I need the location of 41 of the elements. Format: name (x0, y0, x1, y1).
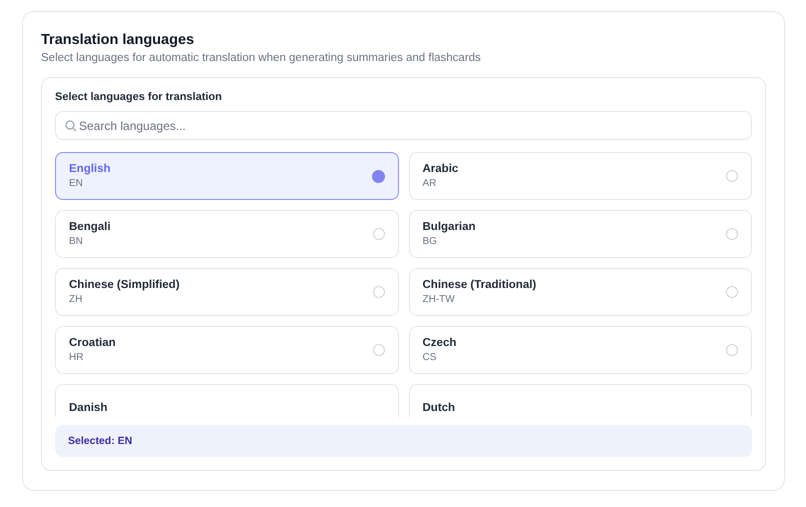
radio-indicator (726, 344, 738, 356)
section-description: Select languages for automatic translation when generating summaries and flashcards (41, 52, 482, 64)
language-code: EN (69, 178, 84, 189)
radio-indicator (372, 228, 384, 240)
radio-indicator (726, 170, 738, 182)
language-code: BN (69, 236, 84, 247)
language-name: Chinese (Traditional) (422, 279, 536, 291)
language-code: AR (422, 178, 438, 189)
language-option[interactable]: Chinese (Traditional) ZH-TW (408, 268, 752, 316)
radio-indicator (372, 286, 384, 298)
language-option[interactable]: Arabic AR (408, 152, 752, 200)
language-code: ZH (69, 294, 84, 305)
language-option[interactable]: Czech CS (408, 326, 752, 374)
radio-indicator (726, 228, 738, 240)
search-field[interactable]: Search languages... (55, 111, 752, 140)
language-name: Bulgarian (422, 221, 476, 233)
language-name: Danish (69, 402, 108, 414)
language-name: Croatian (69, 337, 116, 349)
language-option[interactable]: Croatian HR (55, 326, 398, 374)
language-option[interactable]: Bulgarian BG (408, 210, 752, 258)
section-title: Translation languages (41, 32, 196, 48)
language-code: CS (422, 352, 438, 363)
language-code: BG (422, 236, 438, 247)
language-option[interactable]: Bengali BN (55, 210, 398, 258)
picker-label: Select languages for translation (55, 91, 223, 103)
language-name: Chinese (Simplified) (69, 279, 180, 291)
radio-indicator (726, 286, 738, 298)
language-option[interactable]: English EN (55, 152, 398, 200)
language-option[interactable]: Dutch (408, 384, 752, 417)
language-name: Dutch (422, 402, 456, 414)
language-name: Arabic (422, 163, 458, 175)
language-code: HR (69, 352, 84, 363)
radio-indicator (372, 344, 384, 356)
selection-summary: Selected: EN (55, 425, 752, 457)
language-name: Bengali (69, 221, 111, 233)
language-option[interactable]: Chinese (Simplified) ZH (55, 268, 398, 316)
language-option[interactable]: Danish (55, 384, 398, 417)
radio-indicator (372, 170, 384, 182)
language-name: Czech (422, 337, 456, 349)
language-name: English (69, 163, 111, 175)
language-code: ZH-TW (422, 294, 456, 305)
